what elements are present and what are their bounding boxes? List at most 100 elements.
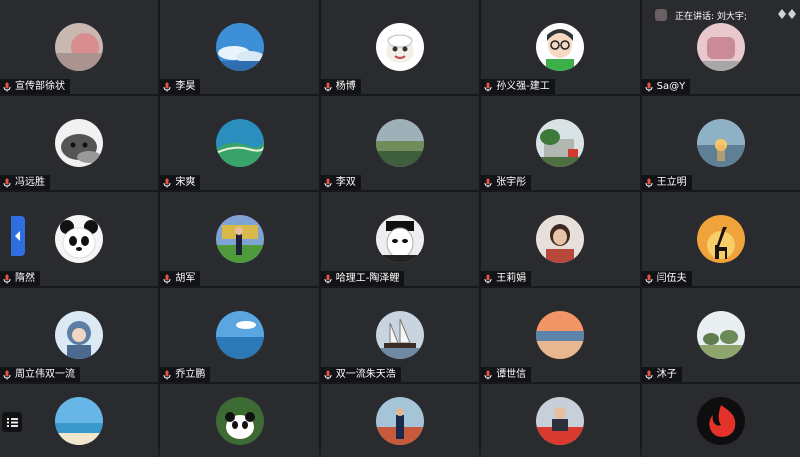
blue-sky-sea-avatar (215, 311, 264, 359)
muted-mic-icon (2, 178, 12, 188)
participant-tile[interactable] (160, 384, 319, 457)
participant-name-tag: 胡军 (160, 271, 201, 286)
participant-name-tag: 周立伟双一流 (0, 367, 80, 382)
muted-mic-icon (323, 274, 333, 284)
participant-tile[interactable]: 张宇彤 (481, 96, 640, 190)
participant-name: 王立明 (656, 177, 687, 188)
participant-name: 乔立鹏 (175, 369, 206, 380)
participant-name: 张宇彤 (496, 177, 527, 188)
muted-mic-icon (483, 178, 493, 188)
participant-tile[interactable]: 乔立鹏 (160, 288, 319, 382)
participant-name-tag: 李昊 (160, 79, 201, 94)
cartoon-goat-avatar (375, 23, 424, 71)
landscape-field-avatar (375, 119, 424, 167)
muted-mic-icon (2, 274, 12, 284)
participant-tile[interactable] (481, 384, 640, 457)
participant-tile[interactable]: 双一流朱天浩 (320, 288, 480, 382)
participant-tile[interactable]: 孙义强-建工 (481, 0, 640, 94)
chevron-left-icon (15, 231, 20, 241)
participant-name: 哈理工-陶泽鲤 (335, 273, 400, 284)
participant-tile[interactable]: 杨博 (320, 0, 480, 94)
participant-tile[interactable]: 冯远胜 (0, 96, 159, 190)
participant-name-tag: 乔立鹏 (160, 367, 211, 382)
panda-tree-avatar (215, 397, 264, 445)
participant-name-tag: 宋爽 (160, 175, 201, 190)
coastline-aerial-avatar (215, 119, 264, 167)
muted-mic-icon (162, 178, 172, 188)
sunset-sea-avatar (696, 119, 745, 167)
grid-view-icon[interactable] (776, 6, 798, 22)
muted-mic-icon (644, 178, 654, 188)
participant-tile[interactable] (320, 384, 480, 457)
participant-name-tag: 张宇彤 (481, 175, 532, 190)
masked-face-avatar (375, 215, 424, 263)
participant-tile[interactable]: 李昊 (160, 0, 319, 94)
muted-mic-icon (323, 178, 333, 188)
participant-tile[interactable]: 沐子 (641, 288, 800, 382)
muted-mic-icon (644, 82, 654, 92)
participant-name: 谭世信 (496, 369, 527, 380)
participant-name-tag: 王莉娟 (481, 271, 532, 286)
panda-avatar (55, 215, 104, 263)
participant-tile[interactable]: 宣传部徐状 (0, 0, 159, 94)
participant-name-tag: 沐子 (641, 367, 682, 382)
photo-object-avatar (55, 23, 104, 71)
participant-tile[interactable]: 王莉娟 (481, 192, 640, 286)
expand-sidebar-button[interactable] (11, 216, 25, 256)
woman-photo-avatar (536, 215, 585, 263)
participant-name-tag: 双一流朱天浩 (320, 367, 401, 382)
participant-name: 胡军 (175, 273, 196, 284)
participant-name-tag: 杨博 (320, 79, 361, 94)
muted-mic-icon (483, 370, 493, 380)
muted-mic-icon (162, 82, 172, 92)
participant-tile[interactable]: 闫伍夫 (641, 192, 800, 286)
participant-name: 王莉娟 (496, 273, 527, 284)
participant-tile[interactable] (641, 384, 800, 457)
speaker-avatar (655, 9, 667, 21)
participant-tile[interactable]: 李双 (320, 96, 480, 190)
participant-name-tag: 王立明 (641, 175, 692, 190)
participant-tile[interactable] (0, 384, 159, 457)
participant-name: 双一流朱天浩 (335, 369, 396, 380)
muted-mic-icon (483, 82, 493, 92)
video-grid: 宣传部徐状 李昊 杨博 孙义强-建工 Sa@Y 冯远胜 宋爽 李双 张宇彤 王立明隋然 胡军 哈理工-… (0, 0, 800, 457)
beach-sunset-avatar (536, 311, 585, 359)
sky-clouds-avatar (215, 23, 264, 71)
speaking-label: 正在讲话: 刘大宇; (675, 11, 747, 22)
participant-tile[interactable]: 周立伟双一流 (0, 288, 159, 382)
participant-name-tag: 李双 (320, 175, 361, 190)
muted-mic-icon (323, 82, 333, 92)
person-stage-avatar (536, 397, 585, 445)
participant-name: 李双 (335, 177, 356, 188)
participant-name-tag: Sa@Y (641, 79, 691, 94)
participant-tile[interactable]: 胡军 (160, 192, 319, 286)
speaking-indicator: 正在讲话: 刘大宇; (655, 6, 800, 24)
cartoon-boy-glasses-avatar (536, 23, 585, 71)
muted-mic-icon (2, 370, 12, 380)
participant-tile[interactable]: 王立明 (641, 96, 800, 190)
participant-tile[interactable]: 宋爽 (160, 96, 319, 190)
participant-name-tag: 哈理工-陶泽鲤 (320, 271, 405, 286)
muted-mic-icon (483, 274, 493, 284)
participant-name: 周立伟双一流 (15, 369, 75, 380)
participant-name: 孙义强-建工 (496, 81, 550, 92)
field-trees-avatar (696, 311, 745, 359)
person-outdoor-avatar (215, 215, 264, 263)
beach-sky-avatar (55, 397, 104, 445)
building-tree-avatar (536, 119, 585, 167)
muted-mic-icon (644, 274, 654, 284)
giraffe-sunset-avatar (696, 215, 745, 263)
participant-name: Sa@Y (656, 81, 686, 92)
participant-name: 宋爽 (175, 177, 196, 188)
pink-cartoon-avatar (696, 23, 745, 71)
participant-tile[interactable]: 谭世信 (481, 288, 640, 382)
participant-name-tag: 孙义强-建工 (481, 79, 555, 94)
participant-name: 宣传部徐状 (15, 81, 65, 92)
cartoon-character-avatar (55, 311, 104, 359)
participant-tile[interactable]: 哈理工-陶泽鲤 (320, 192, 480, 286)
muted-mic-icon (162, 370, 172, 380)
cat-avatar (55, 119, 104, 167)
menu-button[interactable] (2, 412, 22, 432)
participant-name: 隋然 (15, 273, 35, 284)
participant-name: 杨博 (335, 81, 356, 92)
